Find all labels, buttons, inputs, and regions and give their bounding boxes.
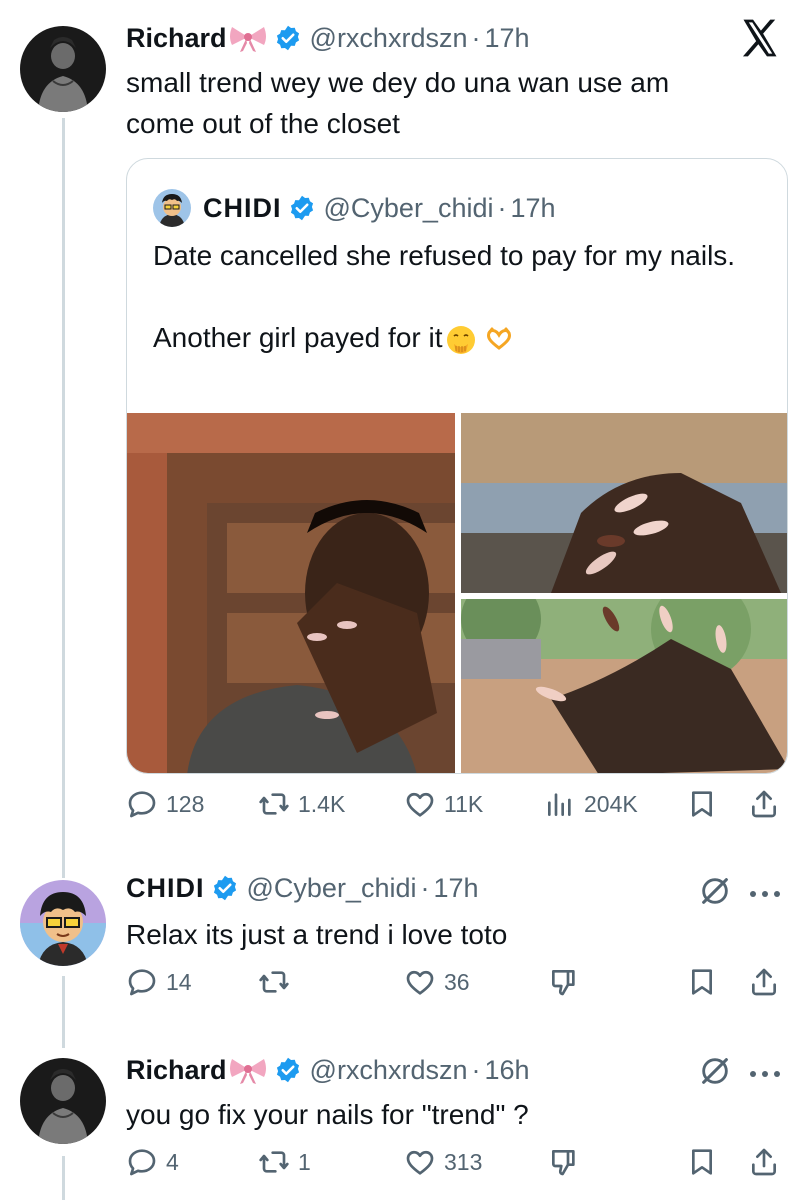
views-button[interactable]: 204K	[544, 788, 638, 820]
repost-button[interactable]: 1	[258, 1146, 311, 1178]
thumbs-down-icon	[552, 1150, 575, 1176]
like-button[interactable]: 313	[404, 1146, 482, 1178]
share-icon	[752, 790, 776, 818]
x-logo-icon	[738, 16, 782, 60]
display-name[interactable]: CHIDI	[126, 872, 205, 904]
grok-icon[interactable]	[698, 1054, 732, 1088]
display-name[interactable]: Richard	[126, 1054, 227, 1086]
photo-nails-1[interactable]	[461, 413, 787, 593]
heart-icon	[406, 792, 434, 817]
tweet-header: CHIDI @Cyber_chidi · 17h	[126, 872, 479, 904]
quoted-avatar[interactable]	[153, 189, 191, 227]
reply-count: 4	[166, 1148, 179, 1175]
quoted-tweet-card[interactable]: CHIDI @Cyber_chidi · 17h Date cancelled …	[126, 158, 788, 774]
like-count: 36	[444, 968, 470, 995]
thread-line	[62, 118, 65, 878]
repost-button[interactable]: 1.4K	[258, 788, 345, 820]
tweet-actions: 14 36	[126, 966, 786, 1006]
reply-count: 128	[166, 790, 205, 817]
bookmark-icon	[692, 791, 712, 817]
avatar[interactable]	[20, 880, 106, 966]
reply-icon	[128, 791, 156, 818]
quoted-tweet-text-block: Date cancelled she refused to pay for my…	[153, 235, 773, 358]
tweet-text: small trend wey we dey do una wan use am…	[126, 67, 670, 139]
thumbs-down-icon	[552, 970, 575, 996]
timestamp[interactable]: 16h	[484, 1054, 529, 1086]
timestamp[interactable]: 17h	[433, 872, 478, 904]
repost-icon	[259, 971, 289, 993]
downvote-button[interactable]	[548, 1146, 580, 1178]
separator-dot: ·	[497, 192, 507, 223]
more-options-icon[interactable]	[748, 1066, 782, 1077]
heart-icon	[406, 970, 434, 995]
handle[interactable]: @rxchxrdszn	[310, 1054, 468, 1086]
like-count: 313	[444, 1148, 483, 1175]
share-icon	[752, 1148, 776, 1176]
bookmark-button[interactable]	[686, 966, 718, 998]
views-icon	[548, 793, 571, 816]
media-grid	[127, 413, 787, 773]
reply-button[interactable]: 4	[126, 1146, 179, 1178]
photo-selfie[interactable]	[127, 413, 455, 773]
avatar[interactable]	[20, 26, 106, 112]
verified-badge-icon	[274, 24, 302, 52]
tweet-header: Richard @rxchxrdszn · 17h	[126, 22, 530, 54]
thread-line	[62, 1156, 65, 1200]
share-button[interactable]	[748, 788, 780, 820]
tweet-actions: 128 1.4K 11K 204K	[126, 788, 786, 828]
tweet-actions: 4 1 313	[126, 1146, 786, 1186]
bookmark-icon	[692, 1149, 712, 1175]
ribbon-emoji-icon	[228, 1055, 268, 1085]
bookmark-icon	[692, 969, 712, 995]
quoted-tweet-header: CHIDI @Cyber_chidi · 17h	[153, 189, 556, 227]
handle[interactable]: @rxchxrdszn	[310, 22, 468, 54]
repost-button[interactable]	[258, 966, 290, 998]
views-count: 204K	[584, 790, 638, 817]
display-name[interactable]: Richard	[126, 22, 227, 54]
repost-count: 1	[298, 1148, 311, 1175]
like-count: 11K	[444, 790, 484, 817]
downvote-button[interactable]	[548, 966, 580, 998]
repost-icon	[259, 793, 289, 815]
timestamp[interactable]: 17h	[484, 22, 529, 54]
tweet-text: Relax its just a trend i love toto	[126, 919, 508, 950]
share-icon	[752, 968, 776, 996]
ribbon-emoji-icon	[228, 23, 268, 53]
grok-icon[interactable]	[698, 874, 732, 908]
bookmark-button[interactable]	[686, 1146, 718, 1178]
separator-dot: ·	[420, 873, 430, 903]
reply-button[interactable]: 14	[126, 966, 192, 998]
quoted-display-name[interactable]: CHIDI	[203, 193, 282, 224]
photo-nails-2[interactable]	[461, 599, 787, 773]
more-options-icon[interactable]	[748, 886, 782, 897]
avatar[interactable]	[20, 1058, 106, 1144]
verified-badge-icon	[288, 194, 316, 222]
bookmark-button[interactable]	[686, 788, 718, 820]
like-button[interactable]: 11K	[404, 788, 483, 820]
reply-icon	[128, 1149, 156, 1176]
thread-line	[62, 976, 65, 1048]
quoted-timestamp[interactable]: 17h	[510, 193, 555, 224]
separator-dot: ·	[471, 23, 481, 53]
heart-hands-emoji-icon	[483, 324, 515, 356]
verified-badge-icon	[211, 874, 239, 902]
handle[interactable]: @Cyber_chidi	[247, 872, 417, 904]
heart-icon	[406, 1150, 434, 1175]
repost-count: 1.4K	[298, 790, 346, 817]
hand-over-mouth-emoji-icon	[445, 324, 477, 356]
quoted-emojis	[445, 324, 515, 356]
verified-badge-icon	[274, 1056, 302, 1084]
reply-icon	[128, 969, 156, 996]
repost-icon	[259, 1151, 289, 1173]
reply-count: 14	[166, 968, 192, 995]
reply-button[interactable]: 128	[126, 788, 204, 820]
separator-dot: ·	[471, 1055, 481, 1085]
tweet-text: you go fix your nails for "trend" ?	[126, 1099, 529, 1130]
share-button[interactable]	[748, 1146, 780, 1178]
share-button[interactable]	[748, 966, 780, 998]
tweet-header: Richard @rxchxrdszn · 16h	[126, 1054, 530, 1086]
quoted-handle[interactable]: @Cyber_chidi	[324, 193, 494, 224]
like-button[interactable]: 36	[404, 966, 470, 998]
